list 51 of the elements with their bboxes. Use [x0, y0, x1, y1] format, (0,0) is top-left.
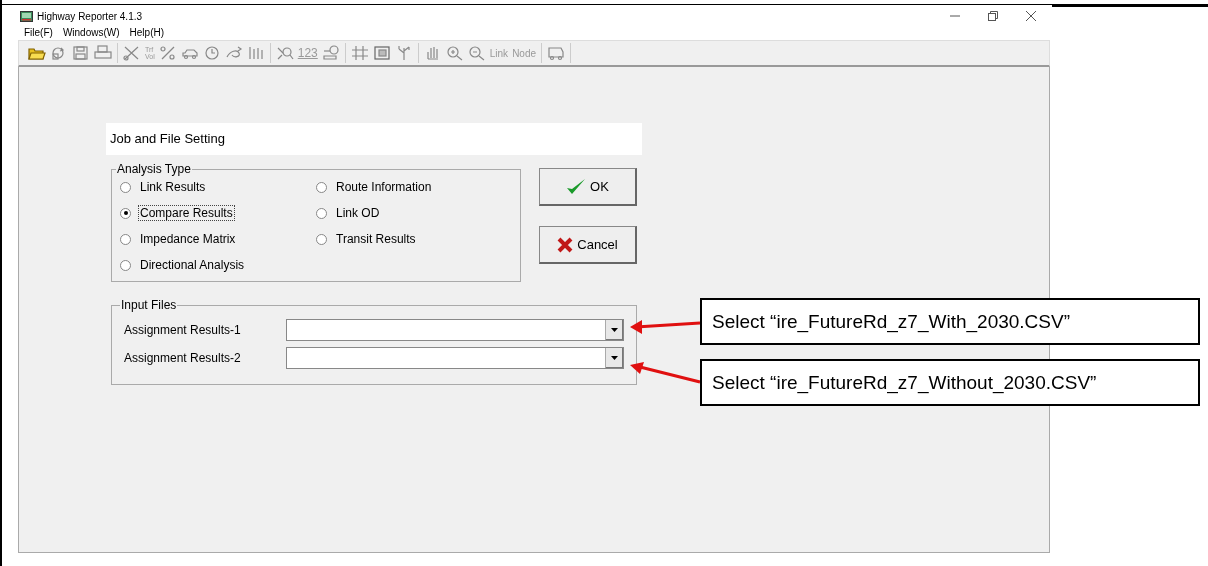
save-icon[interactable]: [72, 45, 90, 61]
percent-icon[interactable]: [158, 45, 177, 61]
caret-icon: [611, 356, 618, 360]
menu-item[interactable]: File(F): [24, 26, 53, 38]
dialog-title: Job and File Setting: [106, 123, 642, 155]
bus-icon[interactable]: [547, 45, 566, 61]
radio-button[interactable]: [316, 233, 327, 245]
radio-label[interactable]: Directional Analysis: [138, 257, 247, 273]
radio-button[interactable]: [120, 233, 131, 245]
radio-label[interactable]: Link OD: [334, 205, 382, 221]
radio-button[interactable]: [120, 259, 131, 271]
close-icon[interactable]: [1026, 11, 1036, 21]
grid-icon[interactable]: [350, 45, 369, 61]
group-legend: Input Files: [120, 298, 178, 312]
dropdown-button[interactable]: [605, 348, 623, 368]
printer-icon[interactable]: [94, 45, 112, 61]
arrow: [630, 362, 701, 384]
group-legend: Analysis Type: [116, 162, 192, 176]
caret-icon: [611, 328, 618, 332]
bar-chart-icon[interactable]: [246, 45, 265, 61]
zoom-in-icon[interactable]: [445, 45, 464, 61]
radio-label[interactable]: Compare Results: [138, 205, 235, 221]
radio-label[interactable]: Link Results: [138, 179, 208, 195]
radio-label[interactable]: Impedance Matrix: [138, 231, 238, 247]
radio-button[interactable]: [120, 207, 131, 219]
radio-label[interactable]: Transit Results: [334, 231, 418, 247]
field-label: Assignment Results-1: [124, 323, 242, 337]
cancel-button[interactable]: Cancel: [539, 226, 637, 264]
dropdown-button[interactable]: [605, 320, 623, 340]
window-title: Highway Reporter 4.1.3: [37, 10, 143, 22]
restore-icon[interactable]: [988, 11, 998, 21]
field-label: Assignment Results-2: [124, 351, 242, 365]
check-icon: [566, 177, 587, 196]
star-search-icon[interactable]: [275, 45, 294, 61]
clock-icon[interactable]: [202, 45, 221, 61]
ok-button[interactable]: OK: [539, 168, 637, 206]
cross-tool-icon[interactable]: [123, 45, 141, 61]
radio-button[interactable]: [316, 181, 327, 193]
zoom-out-icon[interactable]: [467, 45, 486, 61]
picture-icon[interactable]: [372, 45, 391, 61]
callout-box: Select “ire_FutureRd_z7_Without_2030.CSV”: [700, 359, 1200, 406]
folder-icon[interactable]: [28, 45, 46, 61]
radio-label[interactable]: Route Information: [334, 179, 434, 195]
x-icon: [557, 236, 574, 253]
app-icon: [20, 10, 33, 22]
callout-box: Select “ire_FutureRd_z7_With_2030.CSV”: [700, 298, 1200, 345]
menu-item[interactable]: Windows(W): [62, 26, 120, 38]
radio-button[interactable]: [316, 207, 327, 219]
menu-item[interactable]: Help(H): [129, 26, 164, 38]
radio-button[interactable]: [120, 181, 131, 193]
arrow: [630, 320, 701, 334]
